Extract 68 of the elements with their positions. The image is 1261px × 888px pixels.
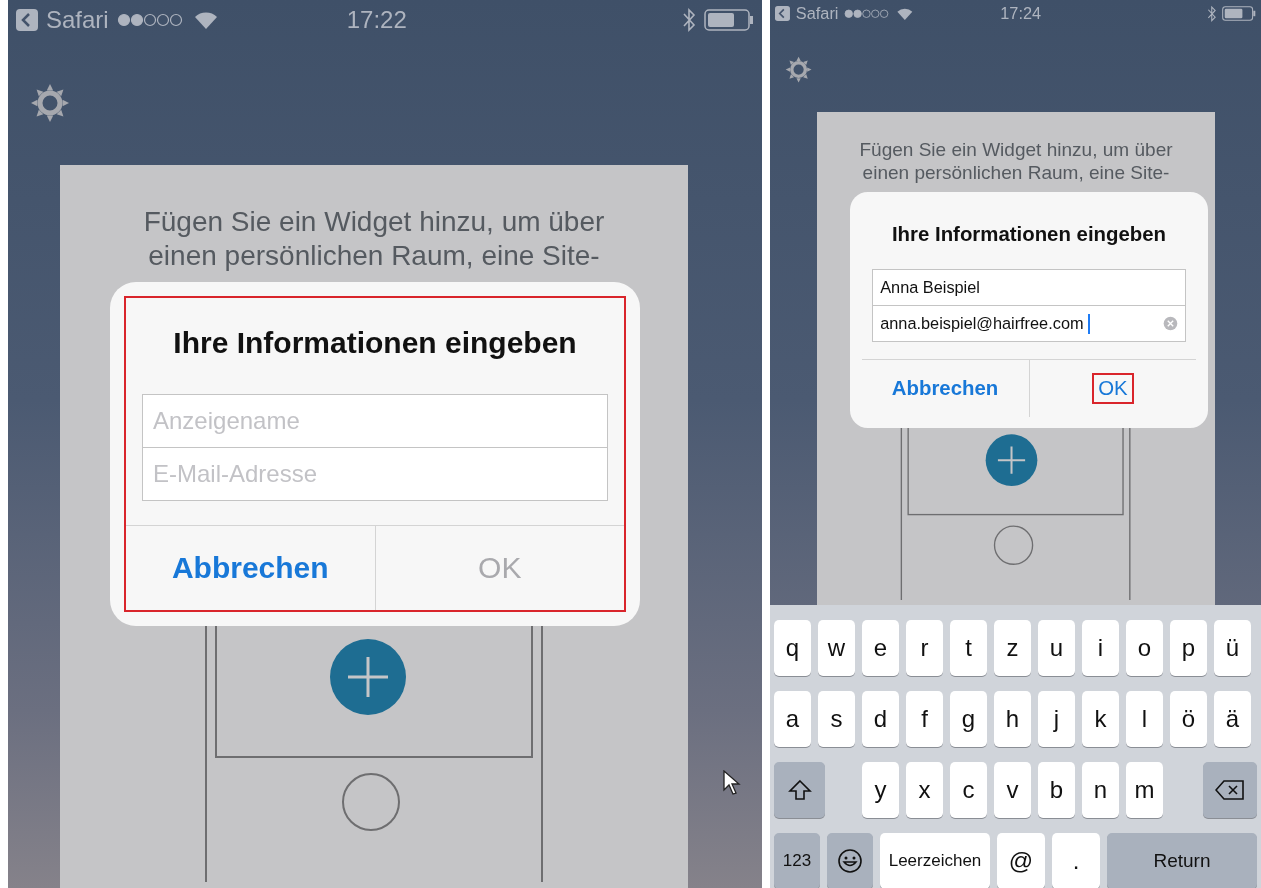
- key[interactable]: g: [950, 691, 987, 747]
- status-time: 17:24: [1000, 4, 1042, 23]
- card-text: einen persönlichen Raum, eine Site-: [862, 162, 1170, 185]
- key[interactable]: s: [818, 691, 855, 747]
- key[interactable]: o: [1126, 620, 1163, 676]
- key[interactable]: f: [906, 691, 943, 747]
- signal-icon: [116, 13, 185, 27]
- wifi-icon: [192, 10, 219, 30]
- key[interactable]: ä: [1214, 691, 1251, 747]
- wifi-icon: [895, 6, 914, 21]
- key[interactable]: z: [994, 620, 1031, 676]
- back-icon[interactable]: [775, 6, 791, 21]
- mouse-pointer-icon: [723, 770, 741, 796]
- key[interactable]: c: [950, 762, 987, 818]
- bluetooth-icon: [1206, 4, 1217, 23]
- key[interactable]: h: [994, 691, 1031, 747]
- key[interactable]: p: [1170, 620, 1207, 676]
- signal-icon: [843, 8, 891, 19]
- return-key[interactable]: Return: [1107, 833, 1257, 888]
- dialog-button[interactable]: Abbrechen: [126, 526, 375, 610]
- key[interactable]: d: [862, 691, 899, 747]
- key[interactable]: k: [1082, 691, 1119, 747]
- key[interactable]: n: [1082, 762, 1119, 818]
- shift-icon: [787, 778, 812, 802]
- card-text: einen persönlichen Raum, eine Site-: [148, 238, 600, 273]
- key[interactable]: q: [774, 620, 811, 676]
- key[interactable]: i: [1082, 620, 1119, 676]
- back-label[interactable]: Safari: [46, 6, 109, 34]
- key[interactable]: ü: [1214, 620, 1251, 676]
- shift-key[interactable]: [774, 762, 825, 818]
- back-label[interactable]: Safari: [795, 4, 839, 23]
- settings-icon[interactable]: [30, 82, 70, 123]
- key[interactable]: y: [862, 762, 899, 818]
- key[interactable]: @: [997, 833, 1045, 888]
- card-text: Fügen Sie ein Widget hinzu, um über: [859, 139, 1173, 163]
- key[interactable]: e: [862, 620, 899, 676]
- input-field[interactable]: Anna Beispiel: [872, 268, 1186, 306]
- key[interactable]: m: [1126, 762, 1163, 818]
- key[interactable]: j: [1038, 691, 1075, 747]
- status-time: 17:22: [346, 6, 407, 34]
- input-field[interactable]: anna.beispiel@hairfree.com: [872, 305, 1186, 343]
- smiley-icon: [837, 848, 863, 874]
- key[interactable]: b: [1038, 762, 1075, 818]
- dialog-button[interactable]: OK: [1028, 359, 1197, 417]
- battery-icon: [1221, 6, 1256, 21]
- backspace-icon: [1215, 779, 1245, 801]
- key[interactable]: ö: [1170, 691, 1207, 747]
- key[interactable]: u: [1038, 620, 1075, 676]
- function-key[interactable]: 123: [774, 833, 820, 888]
- battery-icon: [704, 9, 754, 31]
- dialog-title: Ihre Informationen eingeben: [890, 221, 1168, 247]
- key[interactable]: r: [906, 620, 943, 676]
- key[interactable]: t: [950, 620, 987, 676]
- card-text: Fügen Sie ein Widget hinzu, um über: [143, 205, 605, 239]
- backspace-key[interactable]: [1203, 762, 1257, 818]
- key[interactable]: w: [818, 620, 855, 676]
- key[interactable]: .: [1052, 833, 1100, 888]
- dialog-button[interactable]: Abbrechen: [861, 359, 1029, 417]
- key[interactable]: v: [994, 762, 1031, 818]
- key[interactable]: a: [774, 691, 811, 747]
- key[interactable]: x: [906, 762, 943, 818]
- settings-icon[interactable]: [784, 55, 813, 84]
- key[interactable]: l: [1126, 691, 1163, 747]
- space-key[interactable]: Leerzeichen: [880, 833, 990, 888]
- emoji-key[interactable]: [827, 833, 873, 888]
- dialog-title: Ihre Informationen eingeben: [172, 325, 578, 361]
- back-icon[interactable]: [16, 9, 38, 31]
- bluetooth-icon: [682, 7, 696, 33]
